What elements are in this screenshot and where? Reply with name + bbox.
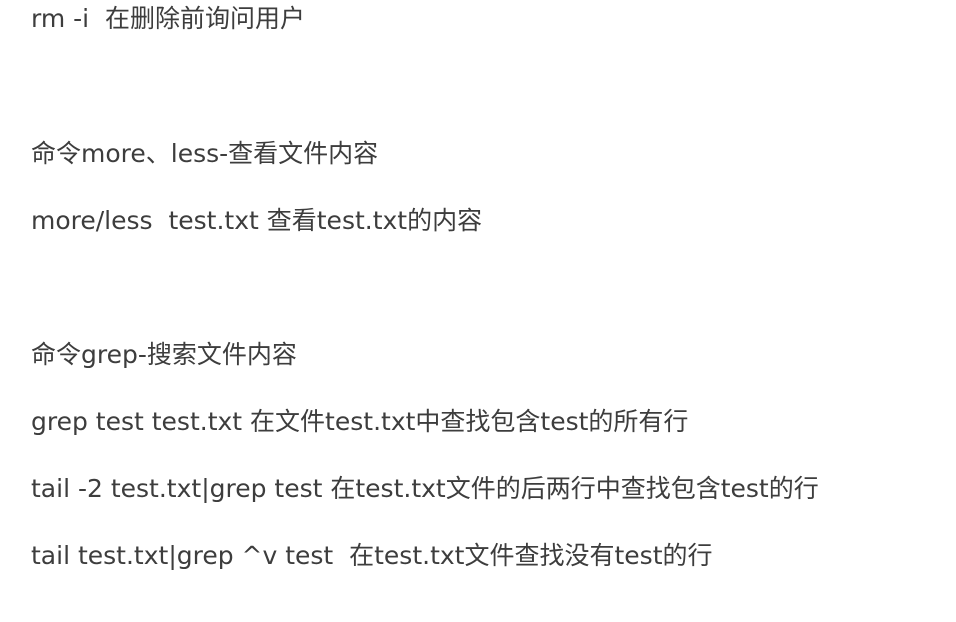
grep-heading: 命令grep-搜索文件内容 xyxy=(31,340,297,369)
more-less-heading: 命令more、less-查看文件内容 xyxy=(31,139,379,168)
tail-grep-example: tail -2 test.txt|grep test 在test.txt文件的后… xyxy=(31,474,819,503)
tail-grep-invert-example: tail test.txt|grep ^v test 在test.txt文件查找… xyxy=(31,541,713,570)
rm-command-description: rm -i 在删除前询问用户 xyxy=(31,4,305,33)
more-less-example: more/less test.txt 查看test.txt的内容 xyxy=(31,206,483,235)
document-body: rm -i 在删除前询问用户 命令more、less-查看文件内容 more/l… xyxy=(0,0,956,622)
grep-example: grep test test.txt 在文件test.txt中查找包含test的… xyxy=(31,407,689,436)
